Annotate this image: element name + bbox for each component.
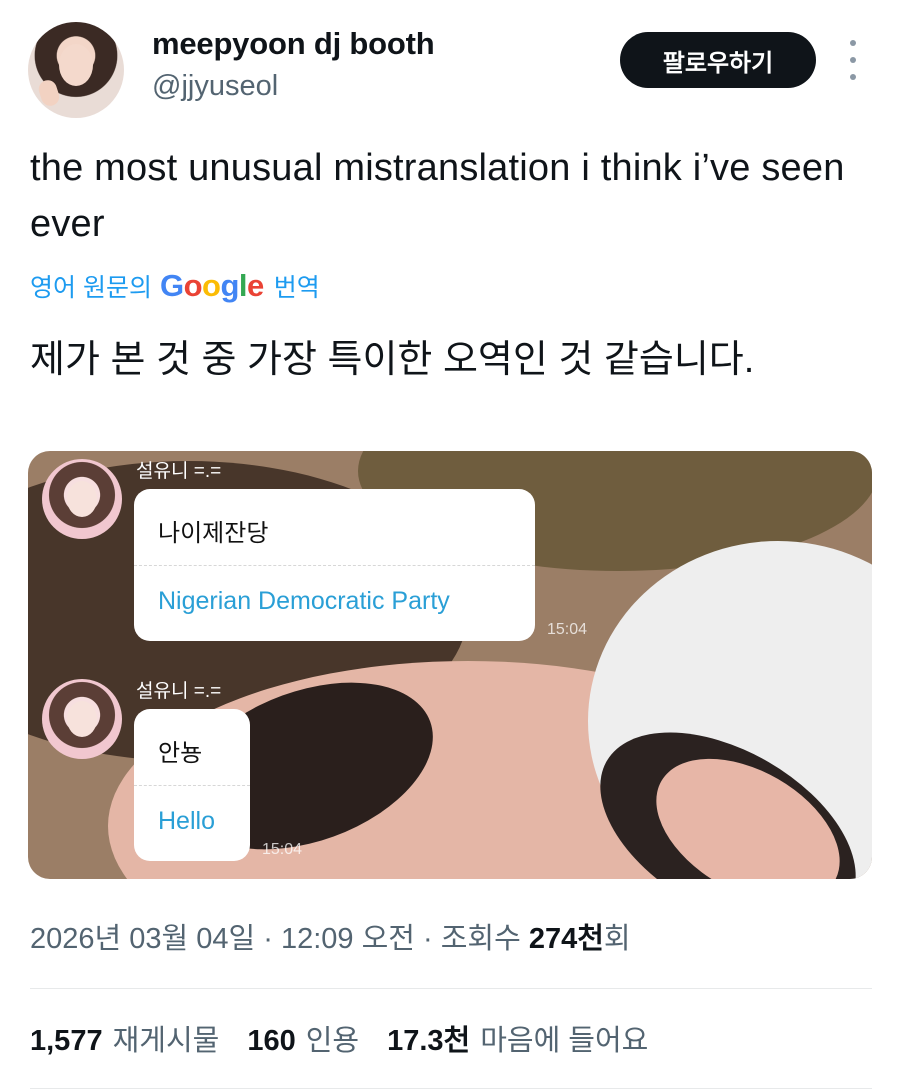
avatar-face [59,44,93,86]
bubble-divider [134,785,250,786]
quote-count[interactable]: 160 [247,1025,295,1058]
tweet-text: the most unusual mistranslation i think … [30,147,845,245]
repost-label[interactable]: 재게시물 [113,1017,220,1059]
chat-bubble: 나이제잔당 Nigerian Democratic Party [134,489,535,641]
google-logo: Google [159,268,264,303]
tweet-header: meepyoon dj booth @jjyuseol 팔로우하기 [0,0,900,125]
avatar-hand [36,77,62,109]
translated-tweet-text: 제가 본 것 중 가장 특이한 오역인 것 같습니다. [30,339,755,381]
follow-button[interactable]: 팔로우하기 [620,32,816,88]
chat-avatar-face [67,701,97,737]
engagement-stats: 1,577 재게시물 160 인용 17.3천 마음에 들어요 [30,1017,676,1059]
view-count-suffix: 회 [603,923,631,955]
translation-suffix: 번역 [273,274,320,302]
more-options-icon[interactable] [842,40,864,80]
author-avatar[interactable] [28,22,124,118]
repost-count[interactable]: 1,577 [30,1025,103,1058]
chat-sender-name: 설유니 =.= [136,461,222,482]
chat-avatar [42,679,122,759]
tweet-media-image[interactable]: 설유니 =.= 나이제잔당 Nigerian Democratic Party … [28,451,872,879]
chat-sender-name: 설유니 =.= [136,681,222,702]
chat-avatar [42,459,122,539]
dot [850,74,856,80]
author-display-name[interactable]: meepyoon dj booth [152,26,435,62]
divider [30,1088,872,1089]
chat-original-text: 나이제잔당 [158,520,269,547]
chat-bubble: 안뇽 Hello [134,709,250,861]
divider [30,988,872,989]
dot [850,40,856,46]
chat-original-text: 안뇽 [158,740,203,767]
tweet-datetime[interactable]: 2026년 03월 04일 · 12:09 오전 · 조회수 [30,923,529,955]
dot [850,57,856,63]
chat-translated-text: Nigerian Democratic Party [158,587,450,615]
translation-prefix: 영어 원문의 [30,274,152,302]
chat-avatar-face [67,481,97,517]
author-handle[interactable]: @jjyuseol [152,70,278,103]
chat-translated-text: Hello [158,807,215,835]
quote-label[interactable]: 인용 [306,1017,359,1059]
like-label[interactable]: 마음에 들어요 [480,1017,648,1059]
chat-timestamp: 15:04 [262,841,303,858]
chat-timestamp: 15:04 [547,621,588,638]
tweet-metadata: 2026년 03월 04일 · 12:09 오전 · 조회수 274천회 [30,915,631,957]
bubble-divider [134,565,535,566]
like-count[interactable]: 17.3천 [387,1017,470,1059]
translation-attribution[interactable]: 영어 원문의 Google 번역 [30,268,320,304]
view-count: 274천 [528,923,604,955]
